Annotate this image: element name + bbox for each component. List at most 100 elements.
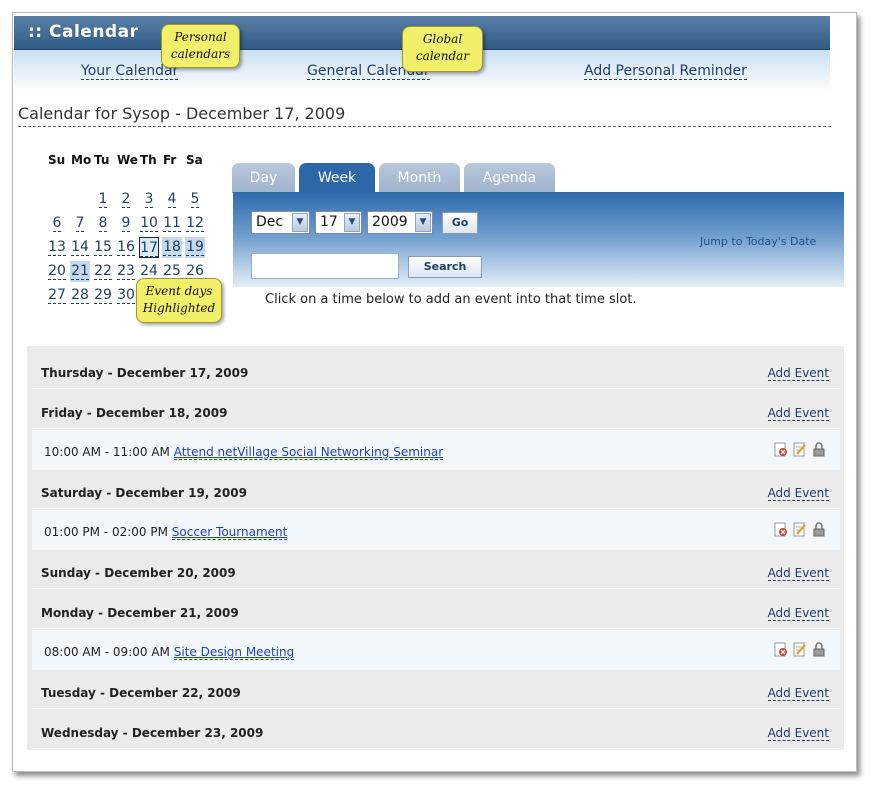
add-event-link[interactable]: Add Event	[767, 486, 829, 501]
add-event-link[interactable]: Add Event	[767, 726, 829, 741]
mini-calendar-day-label: 13	[48, 239, 66, 256]
mini-calendar-day-label: 21	[71, 263, 89, 280]
edit-icon[interactable]	[793, 442, 807, 457]
mini-calendar-day-label: 5	[190, 191, 200, 208]
mini-calendar-day[interactable]: 13	[47, 237, 67, 258]
delete-icon[interactable]	[774, 442, 788, 457]
mini-calendar-dow: We	[117, 153, 138, 167]
add-event-link[interactable]: Add Event	[767, 366, 829, 381]
edit-icon[interactable]	[793, 642, 807, 657]
tab-month[interactable]: Month	[379, 163, 460, 193]
lock-icon[interactable]	[812, 442, 826, 457]
day-label: Saturday - December 19, 2009	[41, 486, 247, 500]
mini-calendar-day-label: 6	[52, 215, 62, 232]
tab-agenda[interactable]: Agenda	[464, 163, 555, 193]
mini-calendar-day[interactable]: 8	[93, 213, 113, 234]
add-event-link[interactable]: Add Event	[767, 566, 829, 581]
tab-day[interactable]: Day	[232, 163, 295, 193]
mini-calendar-day[interactable]: 28	[70, 285, 90, 306]
mini-calendar-day[interactable]: 2	[116, 189, 136, 210]
delete-icon[interactable]	[774, 522, 788, 537]
mini-calendar-day-label: 7	[75, 215, 85, 232]
mini-calendar-day-label: 12	[186, 215, 204, 232]
event-title-link[interactable]: Soccer Tournament	[171, 525, 288, 540]
lock-icon[interactable]	[812, 522, 826, 537]
mini-calendar-day-label: 23	[117, 263, 135, 280]
mini-calendar-day[interactable]: 23	[116, 261, 136, 282]
mini-calendar-dow: Sa	[186, 153, 203, 167]
event-actions	[769, 442, 826, 458]
mini-calendar-day[interactable]: 22	[93, 261, 113, 282]
global-calendar-callout: Global calendar	[402, 26, 483, 72]
mini-calendar-day[interactable]: 6	[47, 213, 67, 234]
add-personal-reminder-link[interactable]: Add Personal Reminder	[584, 63, 747, 80]
mini-calendar-day-label: 18	[163, 239, 181, 256]
mini-calendar-day[interactable]: 1	[93, 189, 113, 210]
mini-calendar-day[interactable]: 15	[93, 237, 113, 258]
mini-calendar-day[interactable]: 30	[116, 285, 136, 306]
mini-calendar-day-label: 11	[163, 215, 181, 232]
mini-calendar-day[interactable]: 10	[139, 213, 159, 234]
mini-calendar-day[interactable]: 4	[162, 189, 182, 210]
year-select-value: 2009	[372, 214, 408, 230]
mini-calendar-day[interactable]: 16	[116, 237, 136, 258]
mini-calendar-dow: Mo	[71, 153, 92, 167]
add-event-link[interactable]: Add Event	[767, 606, 829, 621]
search-input[interactable]	[251, 253, 399, 279]
event-title-link[interactable]: Site Design Meeting	[173, 645, 295, 660]
jump-to-today-link[interactable]: Jump to Today's Date	[700, 235, 816, 248]
edit-icon[interactable]	[793, 522, 807, 537]
mini-calendar-day[interactable]: 17	[139, 237, 159, 258]
day-header-row: Saturday - December 19, 2009 Add Event	[32, 470, 840, 509]
day-label: Thursday - December 17, 2009	[41, 366, 249, 380]
search-button[interactable]: Search	[408, 256, 482, 278]
tab-week[interactable]: Week	[299, 163, 375, 193]
mini-calendar-dow: Th	[140, 153, 157, 167]
mini-calendar-day[interactable]: 11	[162, 213, 182, 234]
go-button[interactable]: Go	[442, 212, 478, 234]
day-label: Wednesday - December 23, 2009	[41, 726, 264, 740]
mini-calendar-day-label: 27	[48, 287, 66, 304]
module-title: :: Calendar	[28, 22, 139, 42]
callout-line: Global	[422, 32, 463, 46]
mini-calendar-day[interactable]: 18	[162, 237, 182, 258]
mini-calendar-dow: Fr	[163, 153, 177, 167]
add-event-link[interactable]: Add Event	[767, 406, 829, 421]
mini-calendar-dow: Tu	[94, 153, 110, 167]
mini-calendar-day[interactable]: 27	[47, 285, 67, 306]
mini-calendar-dow: Su	[48, 153, 66, 167]
personal-calendars-callout: Personal calendars	[161, 24, 240, 68]
mini-calendar-day[interactable]: 29	[93, 285, 113, 306]
mini-calendar-day[interactable]: 12	[185, 213, 205, 234]
event-days-callout: Event days Highlighted	[136, 278, 222, 323]
page-title: Calendar for Sysop - December 17, 2009	[18, 104, 346, 123]
add-event-hint: Click on a time below to add an event in…	[265, 292, 637, 307]
event-time: 01:00 PM - 02:00 PM	[44, 525, 168, 539]
mini-calendar-day[interactable]: 3	[139, 189, 159, 210]
event-row: 08:00 AM - 09:00 AM Site Design Meeting	[32, 630, 840, 671]
mini-calendar-day[interactable]: 7	[70, 213, 90, 234]
mini-calendar-day[interactable]: 21	[70, 261, 90, 282]
day-select[interactable]: 17 ▼	[315, 211, 362, 234]
mini-calendar-day[interactable]: 19	[185, 237, 205, 258]
mini-calendar-day-label: 2	[121, 191, 131, 208]
event-time-text: 08:00 AM - 09:00 AM Site Design Meeting	[44, 645, 295, 660]
day-label: Monday - December 21, 2009	[41, 606, 239, 620]
year-select[interactable]: 2009 ▼	[367, 211, 433, 234]
mini-calendar-day[interactable]: 20	[47, 261, 67, 282]
delete-icon[interactable]	[774, 642, 788, 657]
mini-calendar-day-label: 1	[98, 191, 108, 208]
day-header-row: Tuesday - December 22, 2009 Add Event	[32, 670, 840, 709]
day-select-value: 17	[320, 214, 338, 230]
mini-calendar-day[interactable]: 14	[70, 237, 90, 258]
event-title-link[interactable]: Attend netVillage Social Networking Semi…	[173, 445, 444, 460]
mini-calendar-day[interactable]: 9	[116, 213, 136, 234]
day-header-row: Thursday - December 17, 2009 Add Event	[32, 350, 840, 389]
mini-calendar-day[interactable]: 5	[185, 189, 205, 210]
add-event-link[interactable]: Add Event	[767, 686, 829, 701]
lock-icon[interactable]	[812, 642, 826, 657]
month-select[interactable]: Dec ▼	[251, 211, 310, 234]
chevron-down-icon: ▼	[415, 213, 431, 232]
mini-calendar-day-label: 28	[71, 287, 89, 304]
mini-calendar-day-label: 29	[94, 287, 112, 304]
